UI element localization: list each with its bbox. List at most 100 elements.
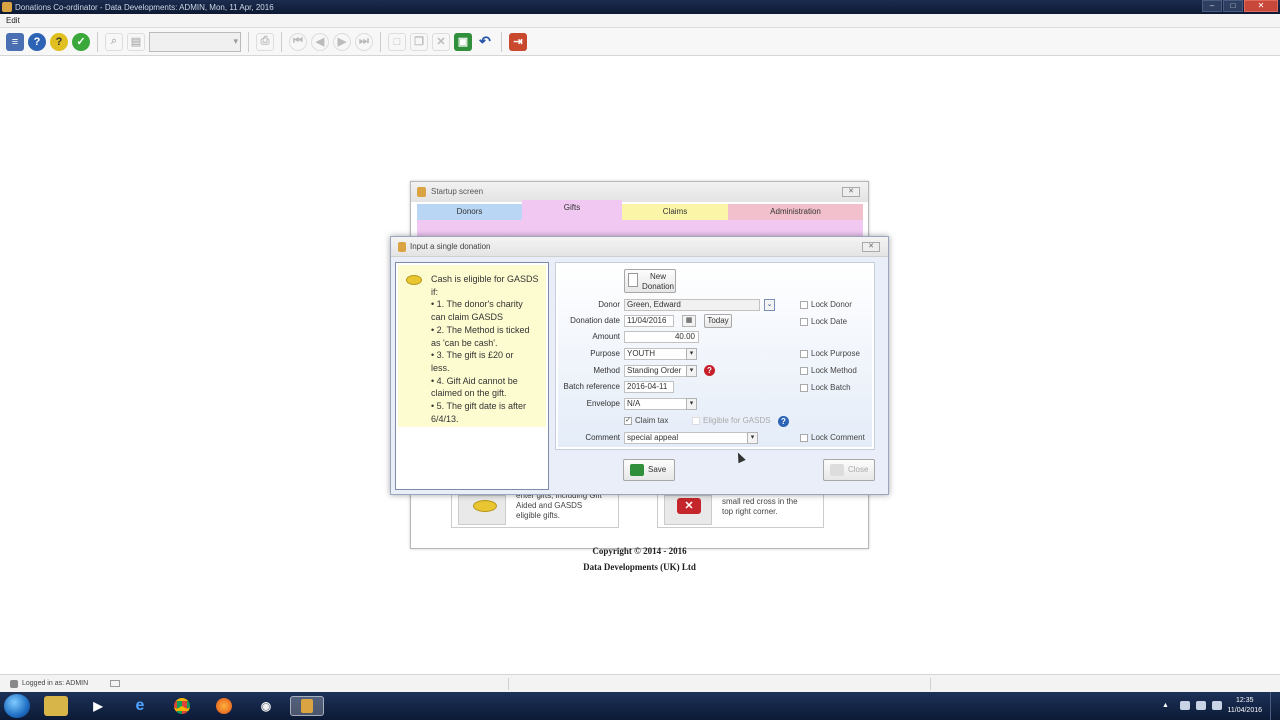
list-icon[interactable]: ≡ (6, 32, 24, 51)
lock-donor-checkbox[interactable]: Lock Donor (800, 300, 852, 309)
claim-tax-checkbox[interactable]: ✓ Claim tax (624, 416, 668, 425)
lock-batch-checkbox[interactable]: Lock Batch (800, 383, 851, 392)
comment-field[interactable]: special appeal (624, 432, 750, 444)
search-icon[interactable]: ⌕ (105, 32, 123, 51)
method-select[interactable]: Standing Order (624, 365, 688, 377)
lock-purpose-box[interactable] (800, 349, 808, 358)
save-button[interactable]: Save (623, 459, 675, 481)
network-icon[interactable] (1196, 701, 1206, 710)
lock-batch-box[interactable] (800, 383, 808, 392)
minimize-button[interactable]: – (1202, 0, 1222, 12)
startup-close-button[interactable]: ✕ (842, 187, 860, 197)
enter-gifts-text: enter gifts, including Gift Aided and GA… (516, 491, 602, 521)
method-dropdown-button[interactable]: ▾ (686, 365, 697, 377)
dialog-close-x-button[interactable]: ✕ (862, 242, 880, 252)
lock-batch-label: Lock Batch (811, 383, 851, 392)
page-icon[interactable]: ▤ (127, 32, 145, 51)
help-icon[interactable]: ? (28, 32, 46, 51)
donation-date-field[interactable]: 11/04/2016 (624, 315, 674, 327)
delete-icon[interactable]: ✕ (432, 32, 450, 51)
batch-reference-field[interactable]: 2016-04-11 (624, 381, 674, 393)
exit-icon[interactable]: ⇥ (509, 32, 527, 51)
input-donation-dialog: Input a single donation ✕ Cash is eligib… (390, 236, 889, 495)
purpose-dropdown-button[interactable]: ▾ (686, 348, 697, 360)
info-line: 6/4/13. (431, 413, 459, 424)
gasds-help-icon[interactable]: ? (778, 416, 789, 427)
check-icon[interactable]: ✓ (72, 32, 90, 51)
save-label: Save (648, 465, 667, 474)
close-dialog-button[interactable]: Close (823, 459, 875, 481)
toolbar-separator (248, 31, 249, 52)
question-icon[interactable]: ? (50, 32, 68, 51)
explorer-icon[interactable] (44, 696, 68, 716)
lock-purpose-label: Lock Purpose (811, 349, 860, 358)
method-help-icon[interactable]: ? (704, 365, 715, 376)
card-text-line: small red cross in the (722, 497, 798, 506)
lock-method-checkbox[interactable]: Lock Method (800, 366, 857, 375)
eligible-gasds-box (692, 416, 700, 425)
lock-date-label: Lock Date (811, 317, 848, 326)
close-door-icon (830, 464, 844, 476)
last-icon[interactable]: ⏭ (355, 32, 373, 51)
lock-donor-box[interactable] (800, 300, 808, 309)
lock-comment-box[interactable] (800, 433, 808, 442)
lock-date-checkbox[interactable]: Lock Date (800, 317, 847, 326)
purpose-select[interactable]: YOUTH (624, 348, 688, 360)
chrome-icon[interactable] (170, 696, 194, 716)
coin-icon (406, 275, 422, 285)
red-cross-picture: ✕ (664, 495, 712, 525)
envelope-select[interactable]: N/A (624, 398, 688, 410)
info-line: less. (431, 362, 450, 373)
donor-field[interactable]: Green, Edward (624, 299, 760, 311)
donations-app-taskbar-icon[interactable] (290, 696, 324, 716)
amount-field[interactable]: 40.00 (624, 331, 699, 343)
new-donation-label-line1: New (649, 272, 666, 281)
donor-lookup-button[interactable]: ⌄ (764, 299, 775, 311)
action-center-icon[interactable] (1180, 701, 1190, 710)
lock-purpose-checkbox[interactable]: Lock Purpose (800, 349, 860, 358)
tab-claims[interactable]: Claims (622, 204, 728, 220)
new-donation-label: New Donation (641, 272, 675, 292)
claim-tax-label: Claim tax (635, 416, 669, 425)
comment-dropdown-button[interactable]: ▾ (747, 432, 758, 444)
claim-tax-box[interactable]: ✓ (624, 416, 632, 425)
undo-icon[interactable]: ↶ (476, 33, 494, 51)
today-button[interactable]: Today (704, 314, 732, 328)
gasds-info-box: Cash is eligible for GASDS if: • 1. The … (398, 265, 546, 427)
record-combo[interactable] (149, 31, 241, 52)
calendar-icon[interactable]: ▦ (682, 315, 696, 327)
clock[interactable]: 12:35 11/04/2016 (1227, 696, 1262, 716)
new-icon[interactable]: □ (388, 32, 406, 51)
envelope-dropdown-button[interactable]: ▾ (686, 398, 697, 410)
start-button[interactable] (4, 694, 30, 718)
tab-administration[interactable]: Administration (728, 204, 863, 220)
lock-method-label: Lock Method (811, 366, 857, 375)
tab-donors[interactable]: Donors (417, 204, 522, 220)
info-line: • 2. The Method is ticked (431, 324, 530, 335)
firefox-icon[interactable] (212, 696, 236, 716)
tab-gifts[interactable]: Gifts (522, 200, 622, 220)
media-player-icon[interactable]: ▶ (86, 696, 110, 716)
toolbar: ≡ ? ? ✓ ⌕ ▤ ⎙ ⏮ ◀ ▶ ⏭ □ ❐ ✕ ▣ ↶ ⇥ (0, 28, 1280, 56)
tray-expand-icon[interactable]: ▲ (1162, 702, 1169, 709)
new-donation-button[interactable]: New Donation (624, 269, 676, 293)
next-icon[interactable]: ▶ (333, 32, 351, 51)
volume-icon[interactable] (1212, 701, 1222, 710)
show-desktop-button[interactable] (1270, 692, 1280, 720)
first-icon[interactable]: ⏮ (289, 32, 307, 51)
obs-icon[interactable]: ◉ (254, 696, 278, 716)
menu-edit[interactable]: Edit (6, 16, 20, 25)
close-window-button[interactable]: ✕ (1244, 0, 1278, 12)
copy-icon[interactable]: ❐ (410, 32, 428, 51)
company-name: Data Developments (UK) Ltd (583, 562, 696, 572)
save-icon[interactable]: ▣ (454, 32, 472, 51)
internet-explorer-icon[interactable]: e (128, 696, 152, 716)
print-icon[interactable]: ⎙ (256, 32, 274, 51)
maximize-button[interactable]: □ (1223, 0, 1243, 12)
lock-method-box[interactable] (800, 366, 808, 375)
lock-comment-checkbox[interactable]: Lock Comment (800, 433, 865, 442)
info-line: can claim GASDS (431, 312, 504, 323)
prev-icon[interactable]: ◀ (311, 32, 329, 51)
eligible-gasds-label: Eligible for GASDS (703, 416, 771, 425)
lock-date-box[interactable] (800, 317, 808, 326)
